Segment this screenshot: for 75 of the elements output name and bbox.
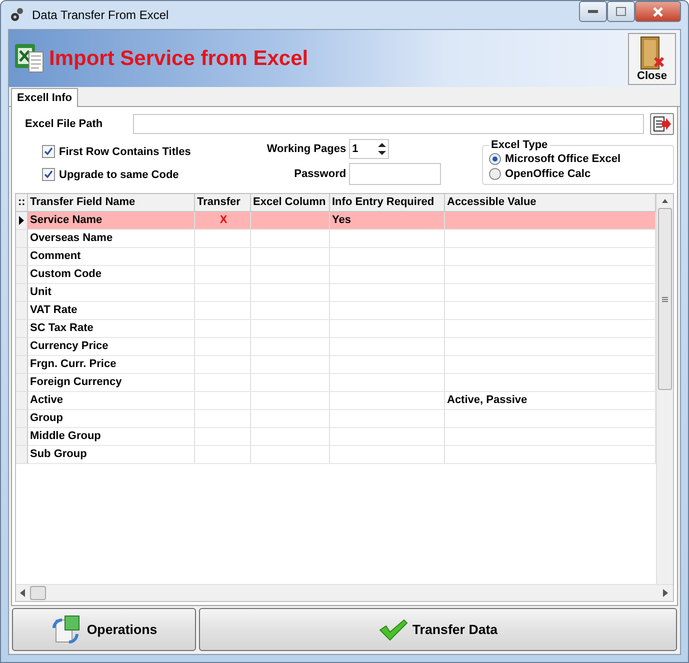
page-title: Import Service from Excel: [49, 46, 310, 70]
scroll-thumb[interactable]: [30, 586, 46, 600]
table-cell: [195, 320, 251, 338]
app-icon: [10, 7, 26, 23]
grid-corner: ::: [16, 194, 28, 212]
operations-button[interactable]: Operations: [12, 608, 196, 651]
tab[interactable]: Excell Info: [11, 88, 78, 107]
column-header[interactable]: Info Entry Required: [330, 194, 445, 212]
table-cell: [195, 428, 251, 446]
column-header[interactable]: Accessible Value: [445, 194, 656, 212]
close-button[interactable]: [635, 1, 681, 22]
checkmark-icon: [44, 170, 53, 179]
table-cell: Active: [28, 392, 195, 410]
table-cell: Currency Price: [28, 338, 195, 356]
spin-arrows-icon[interactable]: [378, 142, 386, 156]
close-icon: [653, 6, 663, 16]
window-title: Data Transfer From Excel: [32, 8, 170, 22]
minimize-icon: [588, 10, 598, 14]
table-cell: [195, 446, 251, 464]
table-cell: Yes: [330, 212, 445, 230]
scroll-left-icon[interactable]: [20, 589, 26, 597]
checkmark-icon: [378, 618, 408, 640]
table-cell: Frgn. Curr. Price: [28, 356, 195, 374]
document-arrow-icon: [653, 116, 671, 132]
browse-button[interactable]: [650, 113, 674, 135]
maximize-button[interactable]: [607, 1, 635, 22]
row-header[interactable]: [16, 212, 28, 230]
horizontal-scrollbar[interactable]: [16, 584, 673, 601]
checkbox[interactable]: First Row Contains Titles: [42, 145, 191, 158]
table-cell: [195, 374, 251, 392]
table-cell: [195, 230, 251, 248]
minimize-button[interactable]: [579, 1, 607, 22]
checkbox[interactable]: Upgrade to same Code: [42, 168, 191, 181]
table-cell: Service Name: [28, 212, 195, 230]
column-header[interactable]: Transfer Field Name: [28, 194, 195, 212]
table-cell: Sub Group: [28, 446, 195, 464]
table-cell: X: [195, 212, 251, 230]
table-cell: [195, 392, 251, 410]
table-cell: Comment: [28, 248, 195, 266]
table-cell: Overseas Name: [28, 230, 195, 248]
field-label: Excel File Path: [25, 118, 103, 130]
column-header[interactable]: Excel Column: [251, 194, 330, 212]
table-cell: SC Tax Rate: [28, 320, 195, 338]
grip-icon: [662, 296, 668, 302]
pages-spinner[interactable]: 1: [349, 139, 390, 159]
transfer-data-button[interactable]: Transfer Data: [199, 608, 677, 651]
field-label: Password: [294, 168, 346, 180]
table-cell: Group: [28, 410, 195, 428]
close-form-button[interactable]: Close: [628, 32, 676, 84]
password-field[interactable]: [349, 163, 442, 185]
table-cell: [195, 266, 251, 284]
vertical-scrollbar[interactable]: [656, 194, 673, 584]
file-path-field[interactable]: [132, 114, 644, 134]
table-cell: Foreign Currency: [28, 374, 195, 392]
checkmark-icon: [44, 147, 53, 156]
group-title: Excel Type: [490, 139, 549, 151]
scroll-right-icon[interactable]: [663, 589, 669, 597]
table-cell: [195, 338, 251, 356]
table-cell: [195, 248, 251, 266]
maximize-icon: [616, 7, 626, 16]
radio-option[interactable]: OpenOffice Calc: [489, 168, 667, 180]
table-cell: Active, Passive: [445, 392, 656, 410]
table-cell: VAT Rate: [28, 302, 195, 320]
table-cell: [195, 410, 251, 428]
row-pointer-icon: [19, 216, 24, 225]
table-cell: Custom Code: [28, 266, 195, 284]
door-icon: [638, 36, 666, 70]
radio-option[interactable]: Microsoft Office Excel: [489, 153, 667, 165]
table-cell: [195, 302, 251, 320]
table-cell: [195, 356, 251, 374]
field-label: Working Pages: [266, 143, 346, 155]
table-cell: Unit: [28, 284, 195, 302]
table-cell: [195, 284, 251, 302]
table-cell: Middle Group: [28, 428, 195, 446]
column-header[interactable]: Transfer: [195, 194, 251, 212]
